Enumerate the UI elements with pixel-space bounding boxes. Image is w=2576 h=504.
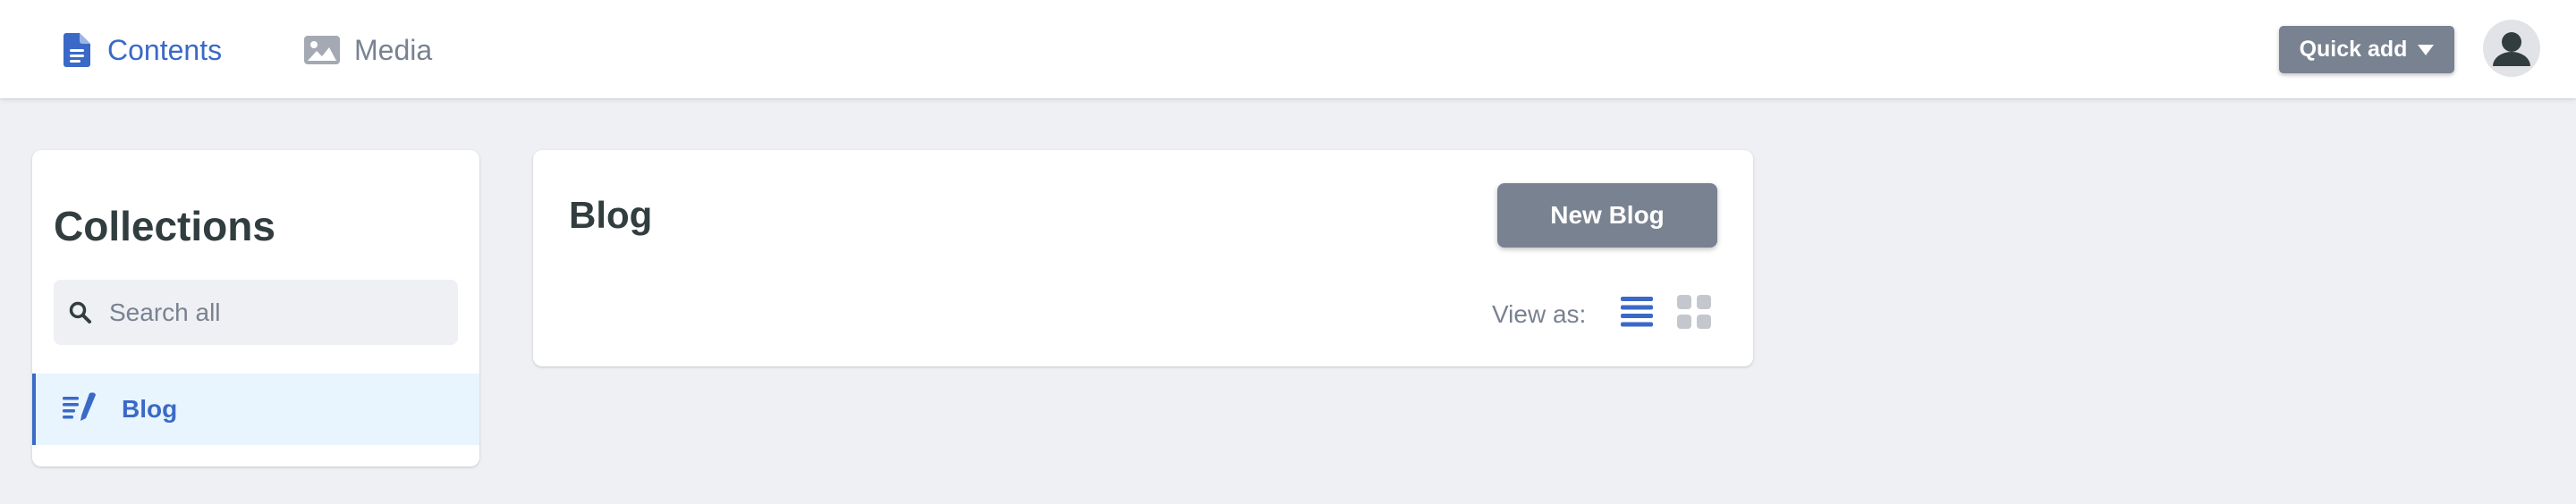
grid-icon xyxy=(1677,295,1711,329)
grid-view-button[interactable] xyxy=(1676,294,1712,330)
sidebar-item-blog[interactable]: Blog xyxy=(32,374,479,445)
caret-down-icon xyxy=(2418,44,2435,55)
collections-sidebar: Collections Blog xyxy=(32,150,479,466)
search-input[interactable] xyxy=(109,298,449,327)
nav-media-link[interactable]: Media xyxy=(302,29,432,71)
sidebar-item-label: Blog xyxy=(122,395,178,423)
collections-title: Collections xyxy=(54,203,275,249)
nav-contents-label: Contents xyxy=(107,33,223,66)
list-view-button[interactable] xyxy=(1619,294,1655,330)
new-blog-button[interactable]: New Blog xyxy=(1497,183,1717,248)
quick-add-button[interactable]: Quick add xyxy=(2279,26,2454,73)
quick-add-label: Quick add xyxy=(2299,37,2408,62)
document-icon xyxy=(59,32,95,68)
nav-contents-link[interactable]: Contents xyxy=(59,29,222,71)
view-as-label: View as: xyxy=(1492,300,1587,328)
user-avatar[interactable] xyxy=(2483,20,2540,77)
top-bar: Contents Media Quick add xyxy=(0,0,2576,98)
page-title: Blog xyxy=(569,194,653,236)
search-box[interactable] xyxy=(54,280,458,345)
collection-panel: Blog New Blog View as: xyxy=(533,150,1753,366)
search-icon xyxy=(68,300,93,325)
list-icon xyxy=(1621,297,1653,327)
write-icon xyxy=(63,391,98,427)
user-icon xyxy=(2493,32,2530,66)
nav-media-label: Media xyxy=(354,33,433,66)
image-icon xyxy=(302,32,342,68)
